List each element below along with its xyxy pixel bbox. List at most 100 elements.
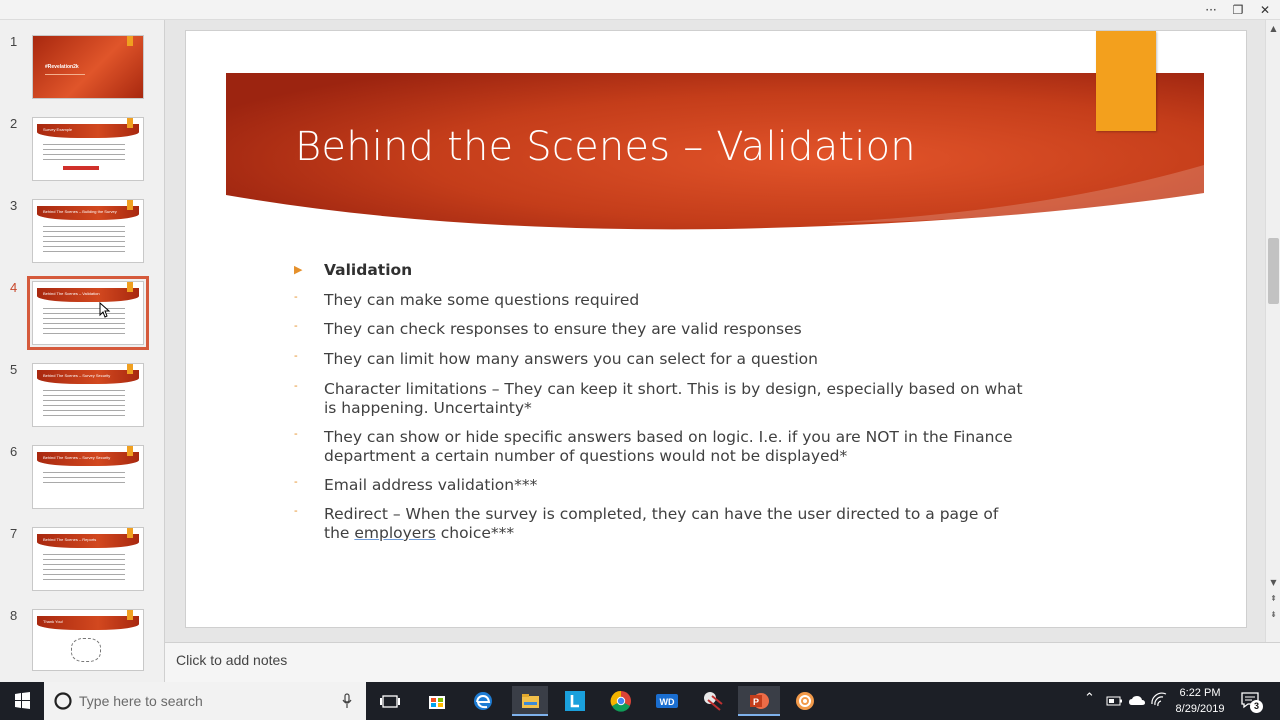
thumb-accent-tab — [127, 364, 133, 374]
thumb-stamp-graphic — [71, 638, 101, 662]
scroll-down-button[interactable]: ▼ — [1266, 576, 1280, 590]
slide-title[interactable]: Behind the Scenes – Validation — [295, 124, 916, 170]
scrollbar-thumb[interactable] — [1268, 238, 1279, 304]
show-hidden-icons-chevron-icon[interactable]: ⌃ — [1084, 691, 1095, 706]
triangle-bullet-icon: ▶ — [294, 264, 303, 276]
bullet-text: They can show or hide specific answers b… — [324, 428, 1013, 465]
thumb-accent-tab — [127, 36, 133, 46]
task-view-icon[interactable] — [375, 686, 405, 716]
learning-app-icon[interactable] — [560, 686, 590, 716]
start-button[interactable] — [0, 682, 44, 720]
thumbnail-row-2[interactable]: 2 Survey Example — [0, 102, 165, 181]
thumb-accent-tab — [127, 610, 133, 620]
store-icon[interactable] — [422, 686, 452, 716]
snipping-tool-icon[interactable] — [698, 686, 728, 716]
powerpoint-icon[interactable]: P — [738, 686, 780, 716]
arrow-down-icon: ▼ — [1270, 578, 1277, 587]
thumb-title: Behind The Scenes – Building the Survey — [43, 209, 117, 214]
thumb-red-bar — [63, 166, 99, 170]
previous-slide-icon: ⇞ — [1270, 594, 1277, 603]
thumbnail-row-8[interactable]: 8 Thank You! — [0, 594, 165, 671]
microphone-icon[interactable] — [342, 693, 352, 709]
slide-number: 4 — [10, 280, 18, 295]
thumb-subtitle-line — [45, 74, 85, 75]
dash-bullet-icon: - — [294, 350, 298, 362]
thumbnail-row-7[interactable]: 7 Behind The Scenes – Reports — [0, 512, 165, 591]
slide-number: 3 — [10, 198, 18, 213]
thumbnail-row-3[interactable]: 3 Behind The Scenes – Building the Surve… — [0, 184, 165, 263]
bullet-text: Redirect – When the survey is completed,… — [324, 505, 1024, 543]
thumbnail-row-1[interactable]: 1 #Revelation2k — [0, 20, 165, 99]
slide-thumbnail-8[interactable]: Thank You! — [32, 609, 144, 671]
thumb-title: Behind The Scenes – Reports — [43, 537, 97, 542]
thumbnail-row-5[interactable]: 5 Behind The Scenes – Survey Security — [0, 348, 165, 427]
close-button[interactable]: ✕ — [1254, 1, 1276, 19]
thumb-text-lines — [43, 224, 125, 256]
slide-thumbnail-6[interactable]: Behind The Scenes – Survey Security — [32, 445, 144, 509]
current-slide[interactable]: Behind the Scenes – Validation ▶ Validat… — [185, 30, 1247, 628]
wd-drive-icon[interactable]: WD — [652, 686, 682, 716]
slide-thumbnail-7[interactable]: Behind The Scenes – Reports — [32, 527, 144, 591]
slide-thumbnail-3[interactable]: Behind The Scenes – Building the Survey — [32, 199, 144, 263]
notes-placeholder[interactable]: Click to add notes — [176, 652, 287, 668]
more-options-button[interactable]: ··· — [1200, 1, 1222, 19]
thumbnail-row-6[interactable]: 6 Behind The Scenes – Survey Security — [0, 430, 165, 509]
vertical-scrollbar[interactable]: ▲ ▼ ⇞ ⇟ — [1265, 20, 1280, 642]
notes-pane[interactable]: Click to add notes — [165, 642, 1280, 682]
thumb-accent-tab — [127, 446, 133, 456]
notification-count-badge: 3 — [1250, 700, 1263, 713]
slide-thumbnail-2[interactable]: Survey Example — [32, 117, 144, 181]
thumb-title: #Revelation2k — [45, 64, 79, 70]
restore-button[interactable]: ❐ — [1227, 1, 1249, 19]
slide-number: 2 — [10, 116, 18, 131]
onedrive-cloud-icon[interactable] — [1128, 694, 1146, 708]
previous-slide-button[interactable]: ⇞ — [1266, 592, 1280, 606]
wifi-icon[interactable] — [1150, 692, 1168, 708]
more-icon: ··· — [1205, 3, 1217, 17]
next-slide-button[interactable]: ⇟ — [1266, 608, 1280, 622]
slide-number: 1 — [10, 34, 18, 49]
slide-thumbnail-4-selected[interactable]: Behind The Scenes – Validation — [27, 276, 149, 350]
svg-text:P: P — [753, 697, 759, 707]
settings-gear-app-icon[interactable] — [790, 686, 820, 716]
taskbar-search-box[interactable]: Type here to search — [44, 682, 366, 720]
next-slide-icon: ⇟ — [1270, 610, 1277, 619]
thumb-text-lines — [43, 306, 125, 338]
slide-thumbnail-5[interactable]: Behind The Scenes – Survey Security — [32, 363, 144, 427]
thumb-title: Behind The Scenes – Validation — [43, 291, 100, 296]
bullet-text: They can limit how many answers you can … — [324, 350, 818, 368]
thumb-accent-tab — [127, 118, 133, 128]
spellcheck-underlined-word[interactable]: employers — [354, 524, 435, 542]
bullet-text: They can check responses to ensure they … — [324, 320, 802, 338]
search-placeholder: Type here to search — [79, 693, 203, 709]
thumb-text-lines — [43, 552, 125, 584]
file-explorer-icon[interactable] — [512, 686, 548, 716]
thumb-text-lines — [43, 470, 125, 486]
thumb-title: Behind The Scenes – Survey Security — [43, 373, 111, 378]
thumb-title: Thank You! — [43, 619, 64, 624]
slide-number: 6 — [10, 444, 18, 459]
arrow-up-icon: ▲ — [1270, 24, 1277, 33]
dash-bullet-icon: - — [294, 505, 298, 517]
chrome-icon[interactable] — [606, 686, 636, 716]
windows-logo-icon — [15, 692, 30, 709]
thumb-title: Survey Example — [43, 127, 73, 132]
thumb-text-lines — [43, 388, 125, 420]
dash-bullet-icon: - — [294, 291, 298, 303]
edge-browser-icon[interactable] — [468, 686, 498, 716]
bullet-text: Character limitations – They can keep it… — [324, 380, 1023, 417]
mouse-cursor-icon — [99, 302, 111, 318]
battery-icon[interactable] — [1106, 694, 1124, 708]
bullet-heading: Validation — [324, 261, 413, 279]
slide-number: 8 — [10, 608, 18, 623]
bullet-text-part: choice*** — [435, 524, 515, 542]
system-clock[interactable]: 6:22 PM 8/29/2019 — [1170, 685, 1230, 717]
thumb-accent-tab — [127, 528, 133, 538]
slide-thumbnail-1[interactable]: #Revelation2k — [32, 35, 144, 99]
thumb-accent-tab — [127, 200, 133, 210]
scroll-up-button[interactable]: ▲ — [1266, 22, 1280, 36]
thumb-title: Behind The Scenes – Survey Security — [43, 455, 111, 460]
slide-number: 7 — [10, 526, 18, 541]
orange-accent-tab — [1096, 31, 1156, 131]
thumbnail-row-4[interactable]: 4 Behind The Scenes – Validation — [0, 266, 165, 350]
